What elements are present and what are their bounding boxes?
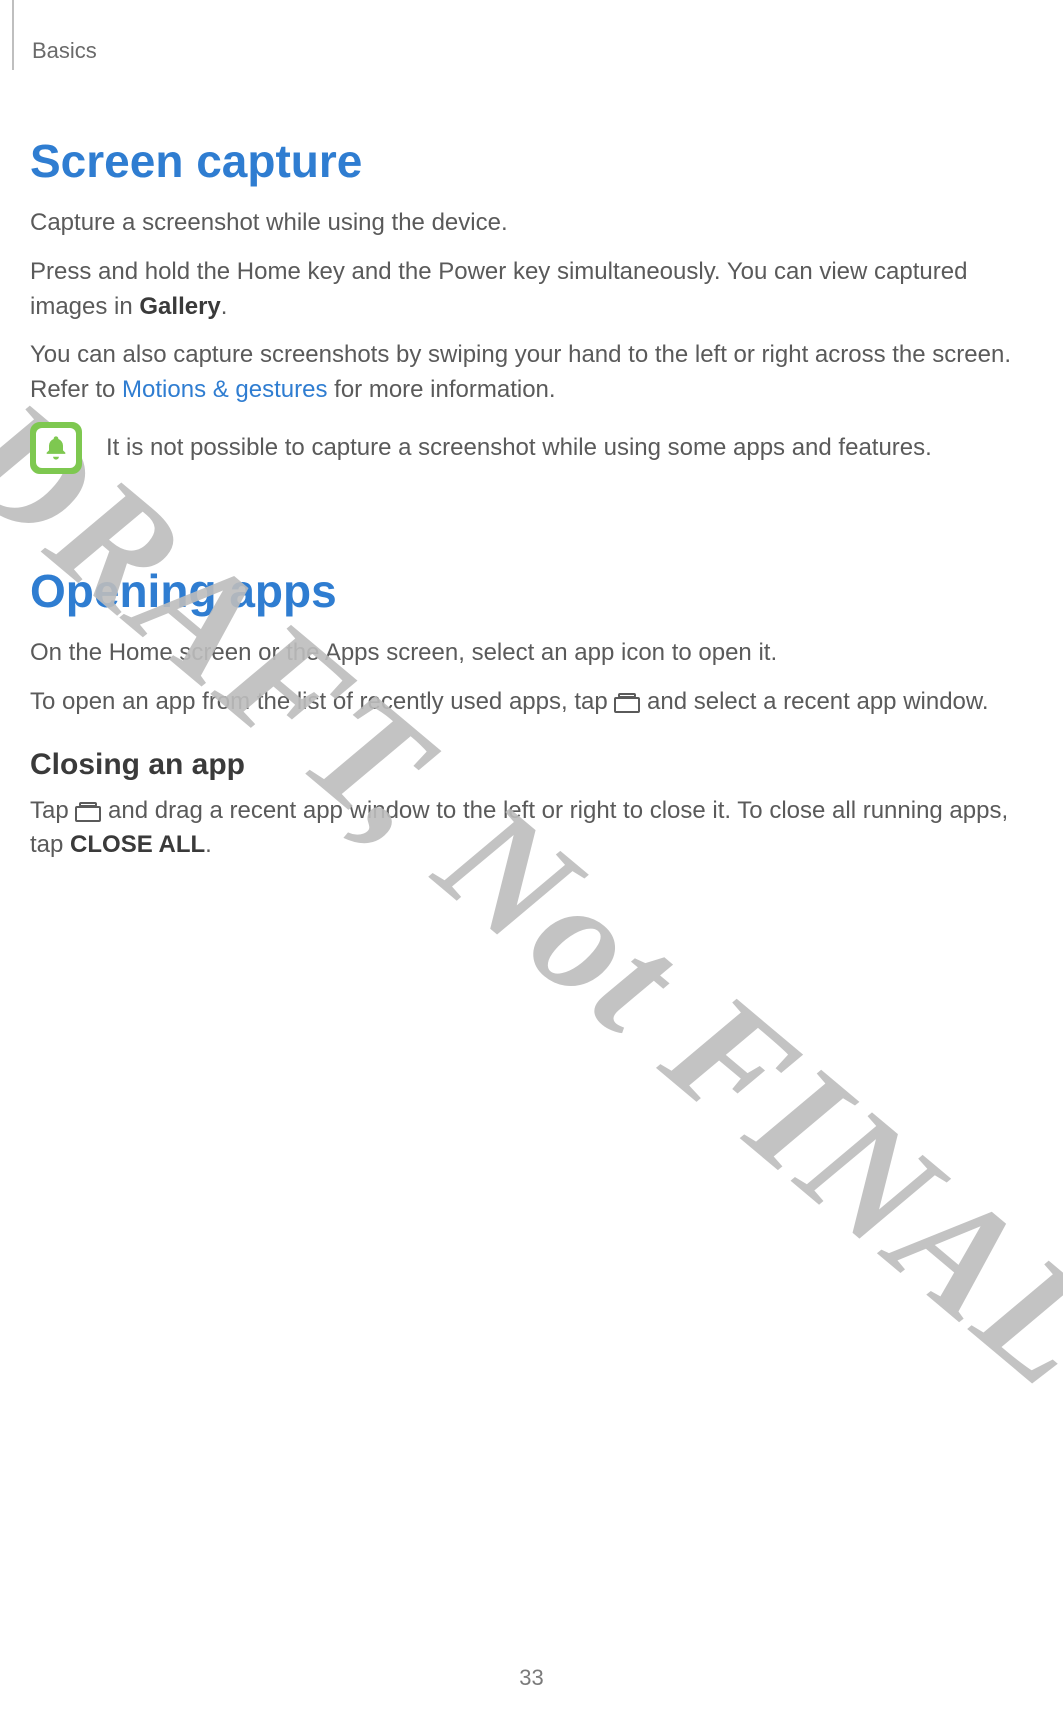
paragraph: You can also capture screenshots by swip… [30, 338, 1033, 408]
note-text: It is not possible to capture a screensh… [106, 431, 932, 466]
paragraph: On the Home screen or the Apps screen, s… [30, 636, 1033, 671]
text: for more information. [327, 376, 555, 403]
text: . [221, 293, 228, 320]
page-number: 33 [519, 1665, 543, 1691]
paragraph: To open an app from the list of recently… [30, 685, 1033, 720]
subheading-closing-an-app: Closing an app [30, 748, 1033, 782]
link-motions-gestures[interactable]: Motions & gestures [122, 376, 327, 403]
note-callout: It is not possible to capture a screensh… [30, 422, 1033, 474]
breadcrumb: Basics [32, 38, 1033, 64]
document-page: Basics DRAFT, Not FINAL Screen capture C… [0, 0, 1063, 1719]
text: . [205, 831, 212, 858]
bold-text-close-all: CLOSE ALL [70, 831, 205, 858]
paragraph: Press and hold the Home key and the Powe… [30, 255, 1033, 325]
recent-apps-icon [614, 689, 640, 709]
left-margin-rule [12, 0, 14, 70]
heading-opening-apps: Opening apps [30, 564, 1033, 618]
text: To open an app from the list of recently… [30, 688, 614, 715]
paragraph: Tap and drag a recent app window to the … [30, 794, 1033, 864]
text: Tap [30, 797, 75, 824]
text: and select a recent app window. [640, 688, 988, 715]
recent-apps-icon [75, 798, 101, 818]
bold-text-gallery: Gallery [139, 293, 220, 320]
heading-screen-capture: Screen capture [30, 134, 1033, 188]
paragraph: Capture a screenshot while using the dev… [30, 206, 1033, 241]
draft-watermark: DRAFT, Not FINAL [0, 363, 1063, 1425]
note-bell-icon [30, 422, 82, 474]
